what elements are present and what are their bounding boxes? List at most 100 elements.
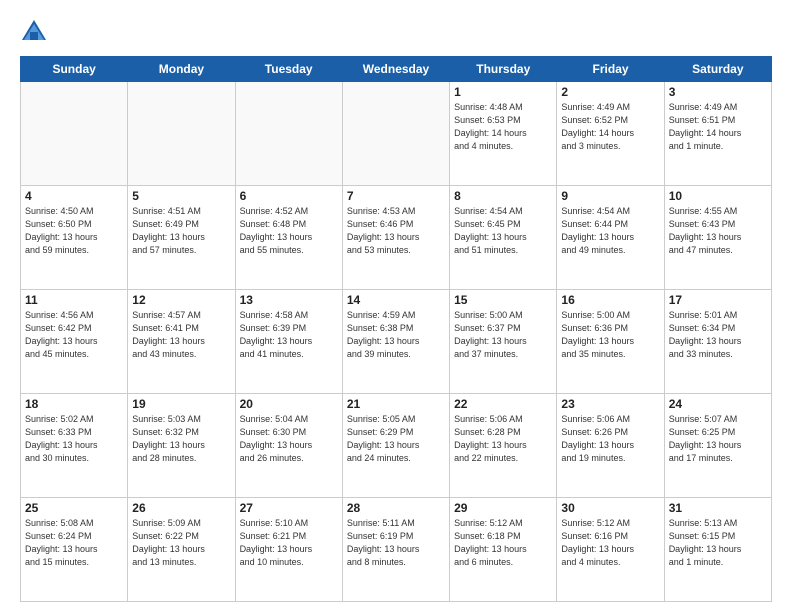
day-info: Sunrise: 5:09 AMSunset: 6:22 PMDaylight:… [132, 517, 230, 569]
day-info: Sunrise: 4:49 AMSunset: 6:52 PMDaylight:… [561, 101, 659, 153]
day-number: 17 [669, 293, 767, 307]
logo-icon [20, 18, 48, 46]
day-info: Sunrise: 5:04 AMSunset: 6:30 PMDaylight:… [240, 413, 338, 465]
calendar-week-2: 4 Sunrise: 4:50 AMSunset: 6:50 PMDaylight… [21, 186, 772, 290]
day-info: Sunrise: 4:49 AMSunset: 6:51 PMDaylight:… [669, 101, 767, 153]
day-number: 10 [669, 189, 767, 203]
calendar-cell: 12Sunrise: 4:57 AMSunset: 6:41 PMDayligh… [128, 290, 235, 394]
calendar-cell: 9 Sunrise: 4:54 AMSunset: 6:44 PMDaylight… [557, 186, 664, 290]
day-info: Sunrise: 4:53 AMSunset: 6:46 PMDaylight:… [347, 205, 445, 257]
calendar-cell: 15 Sunrise: 5:00 AMSunset: 6:37 PMDayligh… [450, 290, 557, 394]
day-info: Sunrise: 5:00 AMSunset: 6:37 PMDaylight:… [454, 309, 552, 361]
calendar-week-1: 1Sunrise: 4:48 AMSunset: 6:53 PMDaylight… [21, 82, 772, 186]
day-info: Sunrise: 4:52 AMSunset: 6:48 PMDaylight:… [240, 205, 338, 257]
calendar-cell: 16 Sunrise: 5:00 AMSunset: 6:36 PMDayligh… [557, 290, 664, 394]
day-number: 30 [561, 501, 659, 515]
calendar-cell: 21Sunrise: 5:05 AMSunset: 6:29 PMDayligh… [342, 394, 449, 498]
calendar-cell: 22 Sunrise: 5:06 AMSunset: 6:28 PMDayligh… [450, 394, 557, 498]
day-info: Sunrise: 5:08 AMSunset: 6:24 PMDaylight:… [25, 517, 123, 569]
calendar-cell [342, 82, 449, 186]
day-number: 15 [454, 293, 552, 307]
day-info: Sunrise: 4:57 AMSunset: 6:41 PMDaylight:… [132, 309, 230, 361]
day-info: Sunrise: 5:01 AMSunset: 6:34 PMDaylight:… [669, 309, 767, 361]
day-number: 5 [132, 189, 230, 203]
day-info: Sunrise: 4:54 AMSunset: 6:45 PMDaylight:… [454, 205, 552, 257]
day-number: 13 [240, 293, 338, 307]
day-number: 24 [669, 397, 767, 411]
col-header-saturday: Saturday [664, 57, 771, 82]
day-number: 3 [669, 85, 767, 99]
calendar-cell: 20 Sunrise: 5:04 AMSunset: 6:30 PMDayligh… [235, 394, 342, 498]
day-number: 19 [132, 397, 230, 411]
day-number: 18 [25, 397, 123, 411]
day-number: 31 [669, 501, 767, 515]
calendar-cell: 19 Sunrise: 5:03 AMSunset: 6:32 PMDayligh… [128, 394, 235, 498]
day-number: 4 [25, 189, 123, 203]
col-header-wednesday: Wednesday [342, 57, 449, 82]
calendar-cell: 8Sunrise: 4:54 AMSunset: 6:45 PMDaylight… [450, 186, 557, 290]
day-info: Sunrise: 5:03 AMSunset: 6:32 PMDaylight:… [132, 413, 230, 465]
calendar-cell: 3 Sunrise: 4:49 AMSunset: 6:51 PMDaylight… [664, 82, 771, 186]
day-number: 26 [132, 501, 230, 515]
col-header-friday: Friday [557, 57, 664, 82]
col-header-sunday: Sunday [21, 57, 128, 82]
page: SundayMondayTuesdayWednesdayThursdayFrid… [0, 0, 792, 612]
calendar-cell: 2 Sunrise: 4:49 AMSunset: 6:52 PMDaylight… [557, 82, 664, 186]
day-info: Sunrise: 5:06 AMSunset: 6:26 PMDaylight:… [561, 413, 659, 465]
col-header-monday: Monday [128, 57, 235, 82]
day-info: Sunrise: 4:50 AMSunset: 6:50 PMDaylight:… [25, 205, 123, 257]
day-info: Sunrise: 4:58 AMSunset: 6:39 PMDaylight:… [240, 309, 338, 361]
calendar-cell [235, 82, 342, 186]
calendar-cell: 1Sunrise: 4:48 AMSunset: 6:53 PMDaylight… [450, 82, 557, 186]
day-number: 22 [454, 397, 552, 411]
day-info: Sunrise: 4:56 AMSunset: 6:42 PMDaylight:… [25, 309, 123, 361]
day-number: 21 [347, 397, 445, 411]
day-info: Sunrise: 5:10 AMSunset: 6:21 PMDaylight:… [240, 517, 338, 569]
day-info: Sunrise: 5:11 AMSunset: 6:19 PMDaylight:… [347, 517, 445, 569]
calendar-week-3: 11 Sunrise: 4:56 AMSunset: 6:42 PMDayligh… [21, 290, 772, 394]
calendar-cell: 29 Sunrise: 5:12 AMSunset: 6:18 PMDayligh… [450, 498, 557, 602]
day-number: 16 [561, 293, 659, 307]
calendar-cell: 30 Sunrise: 5:12 AMSunset: 6:16 PMDayligh… [557, 498, 664, 602]
calendar-cell: 6Sunrise: 4:52 AMSunset: 6:48 PMDaylight… [235, 186, 342, 290]
day-number: 2 [561, 85, 659, 99]
calendar-cell: 10 Sunrise: 4:55 AMSunset: 6:43 PMDayligh… [664, 186, 771, 290]
calendar-cell: 24 Sunrise: 5:07 AMSunset: 6:25 PMDayligh… [664, 394, 771, 498]
day-number: 20 [240, 397, 338, 411]
day-info: Sunrise: 5:06 AMSunset: 6:28 PMDaylight:… [454, 413, 552, 465]
day-number: 23 [561, 397, 659, 411]
day-info: Sunrise: 4:54 AMSunset: 6:44 PMDaylight:… [561, 205, 659, 257]
day-number: 7 [347, 189, 445, 203]
logo [20, 18, 52, 46]
calendar-cell: 27 Sunrise: 5:10 AMSunset: 6:21 PMDayligh… [235, 498, 342, 602]
calendar-week-4: 18Sunrise: 5:02 AMSunset: 6:33 PMDayligh… [21, 394, 772, 498]
day-number: 9 [561, 189, 659, 203]
day-number: 28 [347, 501, 445, 515]
day-number: 27 [240, 501, 338, 515]
calendar-cell: 25 Sunrise: 5:08 AMSunset: 6:24 PMDayligh… [21, 498, 128, 602]
day-number: 29 [454, 501, 552, 515]
day-info: Sunrise: 5:13 AMSunset: 6:15 PMDaylight:… [669, 517, 767, 569]
col-header-thursday: Thursday [450, 57, 557, 82]
calendar-cell: 28 Sunrise: 5:11 AMSunset: 6:19 PMDayligh… [342, 498, 449, 602]
calendar-cell: 31 Sunrise: 5:13 AMSunset: 6:15 PMDayligh… [664, 498, 771, 602]
day-number: 25 [25, 501, 123, 515]
day-info: Sunrise: 4:55 AMSunset: 6:43 PMDaylight:… [669, 205, 767, 257]
calendar-cell: 26 Sunrise: 5:09 AMSunset: 6:22 PMDayligh… [128, 498, 235, 602]
day-info: Sunrise: 5:00 AMSunset: 6:36 PMDaylight:… [561, 309, 659, 361]
day-number: 14 [347, 293, 445, 307]
calendar-cell: 4 Sunrise: 4:50 AMSunset: 6:50 PMDaylight… [21, 186, 128, 290]
calendar-cell [21, 82, 128, 186]
header [20, 18, 772, 46]
calendar-cell: 11 Sunrise: 4:56 AMSunset: 6:42 PMDayligh… [21, 290, 128, 394]
day-info: Sunrise: 5:12 AMSunset: 6:16 PMDaylight:… [561, 517, 659, 569]
calendar-cell: 17 Sunrise: 5:01 AMSunset: 6:34 PMDayligh… [664, 290, 771, 394]
day-info: Sunrise: 5:07 AMSunset: 6:25 PMDaylight:… [669, 413, 767, 465]
col-header-tuesday: Tuesday [235, 57, 342, 82]
day-info: Sunrise: 4:51 AMSunset: 6:49 PMDaylight:… [132, 205, 230, 257]
day-number: 11 [25, 293, 123, 307]
calendar-week-5: 25 Sunrise: 5:08 AMSunset: 6:24 PMDayligh… [21, 498, 772, 602]
day-info: Sunrise: 5:12 AMSunset: 6:18 PMDaylight:… [454, 517, 552, 569]
day-number: 1 [454, 85, 552, 99]
calendar-cell [128, 82, 235, 186]
